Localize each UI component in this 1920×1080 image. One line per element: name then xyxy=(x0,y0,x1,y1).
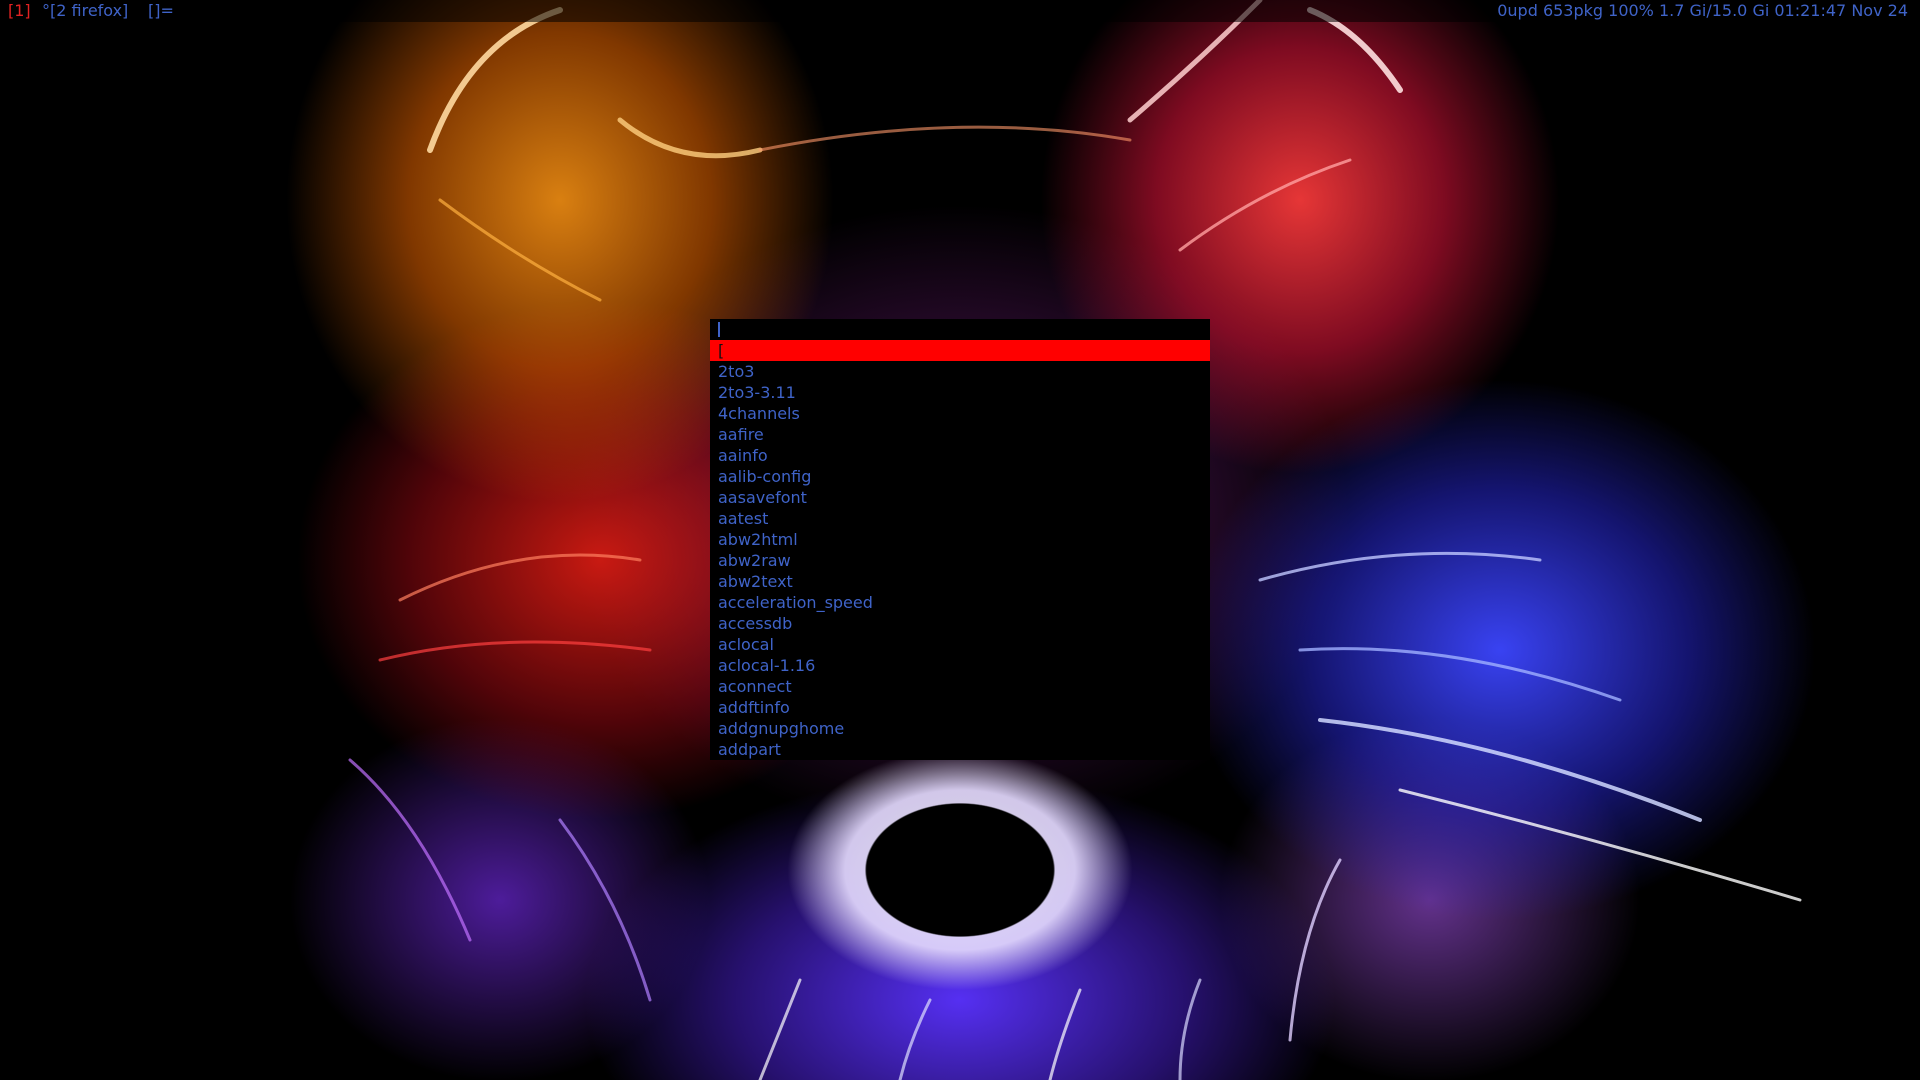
launcher-item[interactable]: aclocal-1.16 xyxy=(710,655,1210,676)
launcher-item[interactable]: aconnect xyxy=(710,676,1210,697)
launcher-item[interactable]: abw2html xyxy=(710,529,1210,550)
system-status-text: 0upd 653pkg 100% 1.7 Gi/15.0 Gi 01:21:47… xyxy=(1497,1,1908,20)
window-title[interactable]: °[2 firefox] xyxy=(42,0,128,22)
launcher-item-list: [2to3 2to3-3.11 4channels aafire aainfo aalib… xyxy=(710,340,1210,760)
launcher-item[interactable]: aatest xyxy=(710,508,1210,529)
layout-symbol[interactable]: []= xyxy=(148,0,174,22)
launcher-item[interactable]: addpart xyxy=(710,739,1210,760)
launcher-item[interactable]: acceleration_speed xyxy=(710,592,1210,613)
status-bar: [1] °[2 firefox] []= 0upd 653pkg 100% 1.… xyxy=(0,0,1920,22)
launcher-item[interactable]: addftinfo xyxy=(710,697,1210,718)
launcher-item[interactable]: 2to3 xyxy=(710,361,1210,382)
text-cursor xyxy=(718,322,720,337)
workspace-tag-1[interactable]: [1] xyxy=(8,0,31,22)
launcher-item[interactable]: aclocal xyxy=(710,634,1210,655)
launcher-item[interactable]: 2to3-3.11 xyxy=(710,382,1210,403)
launcher-item[interactable]: aalib-config xyxy=(710,466,1210,487)
launcher-item[interactable]: addgnupghome xyxy=(710,718,1210,739)
launcher-item[interactable]: aafire xyxy=(710,424,1210,445)
launcher-item-selected[interactable]: [ xyxy=(710,340,1210,361)
launcher-item[interactable]: abw2raw xyxy=(710,550,1210,571)
launcher-item[interactable]: abw2text xyxy=(710,571,1210,592)
launcher-item[interactable]: aasavefont xyxy=(710,487,1210,508)
launcher-item[interactable]: accessdb xyxy=(710,613,1210,634)
launcher-search-input[interactable] xyxy=(710,319,1210,340)
application-launcher: [2to3 2to3-3.11 4channels aafire aainfo aalib… xyxy=(710,319,1210,760)
launcher-item[interactable]: 4channels xyxy=(710,403,1210,424)
launcher-item[interactable]: aainfo xyxy=(710,445,1210,466)
